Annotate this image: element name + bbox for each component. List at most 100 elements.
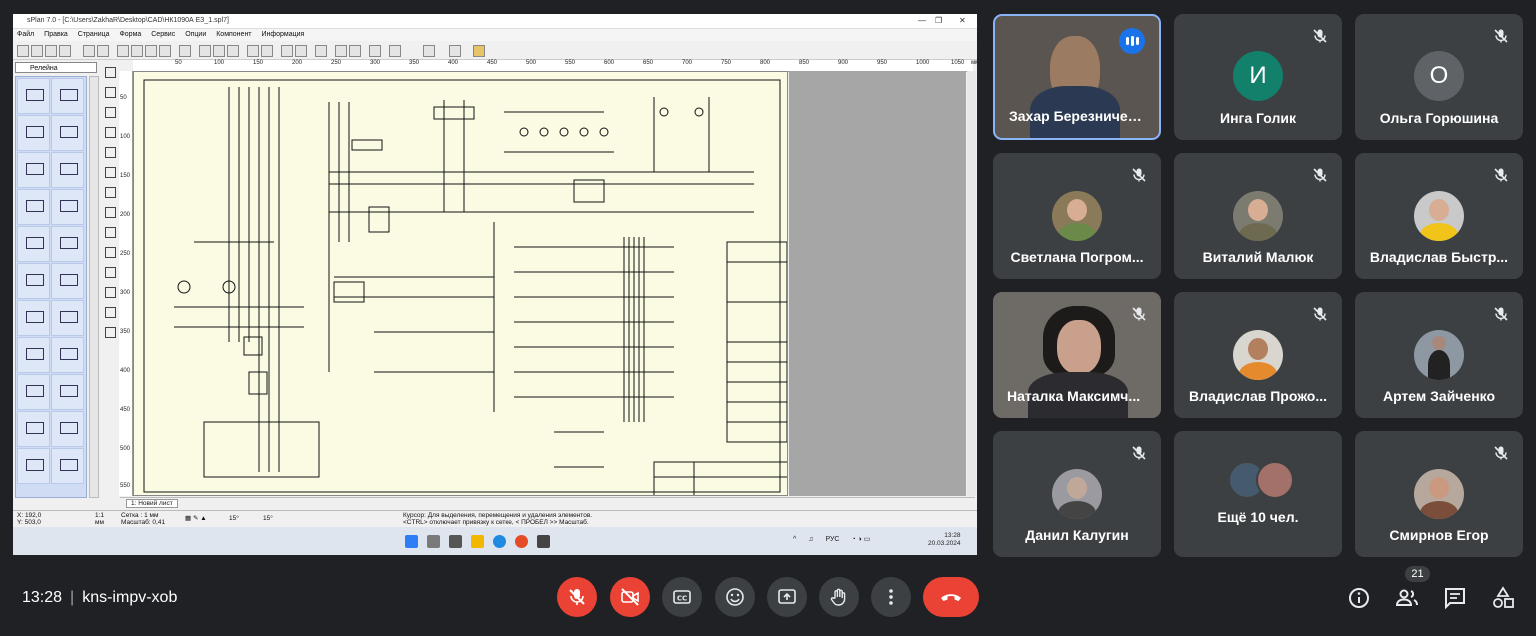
arc-tool-icon[interactable] bbox=[105, 167, 116, 178]
library-item[interactable] bbox=[17, 115, 50, 151]
widgets-icon[interactable] bbox=[427, 535, 440, 548]
captions-button[interactable]: CC bbox=[662, 577, 702, 617]
copy-icon[interactable] bbox=[131, 45, 143, 57]
snap-icon[interactable]: ▦ ✎ ▲ bbox=[185, 515, 207, 522]
front-icon[interactable] bbox=[281, 45, 293, 57]
library-item[interactable] bbox=[17, 226, 50, 262]
cut-icon[interactable] bbox=[117, 45, 129, 57]
participant-tile[interactable]: Ещё 10 чел. bbox=[1174, 431, 1342, 557]
library-item[interactable] bbox=[17, 374, 50, 410]
zoom-icon[interactable] bbox=[449, 45, 461, 57]
library-item[interactable] bbox=[17, 263, 50, 299]
new-file-icon[interactable] bbox=[17, 45, 29, 57]
library-item[interactable] bbox=[17, 78, 50, 114]
back-icon[interactable] bbox=[295, 45, 307, 57]
menu-service[interactable]: Сервис bbox=[151, 31, 175, 38]
ungroup-icon[interactable] bbox=[261, 45, 273, 57]
library-item[interactable] bbox=[51, 411, 84, 447]
library-item[interactable] bbox=[17, 300, 50, 336]
participant-tile[interactable]: Виталий Малюк bbox=[1174, 153, 1342, 279]
info-button[interactable] bbox=[1347, 586, 1371, 610]
library-item[interactable] bbox=[51, 448, 84, 484]
participant-tile[interactable]: И Инга Голик bbox=[1174, 14, 1342, 140]
library-item[interactable] bbox=[51, 263, 84, 299]
cursor-tool-icon[interactable] bbox=[105, 67, 116, 78]
participant-tile[interactable]: Смирнов Егор bbox=[1355, 431, 1523, 557]
delete-icon[interactable] bbox=[179, 45, 191, 57]
redo-icon[interactable] bbox=[97, 45, 109, 57]
meeting-code[interactable]: kns-impv-xob bbox=[82, 589, 177, 606]
snap-icon[interactable] bbox=[369, 45, 381, 57]
zoom-tool-icon[interactable] bbox=[105, 307, 116, 318]
menu-page[interactable]: Страница bbox=[78, 31, 110, 38]
library-item[interactable] bbox=[51, 78, 84, 114]
tray-language[interactable]: РУС bbox=[825, 536, 839, 543]
edge-icon[interactable] bbox=[493, 535, 506, 548]
library-item[interactable] bbox=[17, 337, 50, 373]
more-options-button[interactable] bbox=[871, 577, 911, 617]
participant-tile[interactable]: Захар Березничен... bbox=[993, 14, 1161, 140]
open-file-icon[interactable] bbox=[31, 45, 43, 57]
start-icon[interactable] bbox=[405, 535, 418, 548]
library-item[interactable] bbox=[51, 115, 84, 151]
participant-tile[interactable]: Владислав Быстр... bbox=[1355, 153, 1523, 279]
menu-info[interactable]: Информация bbox=[261, 31, 304, 38]
page-icon[interactable] bbox=[423, 45, 435, 57]
undo-icon[interactable] bbox=[83, 45, 95, 57]
library-item[interactable] bbox=[51, 374, 84, 410]
library-item[interactable] bbox=[51, 226, 84, 262]
library-item[interactable] bbox=[17, 448, 50, 484]
chevron-up-icon[interactable]: ^ bbox=[793, 536, 796, 543]
menu-component[interactable]: Компонент bbox=[216, 31, 251, 38]
vertical-scrollbar[interactable] bbox=[967, 71, 976, 496]
library-item[interactable] bbox=[51, 300, 84, 336]
duplicate-icon[interactable] bbox=[159, 45, 171, 57]
camera-toggle-button[interactable] bbox=[610, 577, 650, 617]
library-scrollbar[interactable] bbox=[89, 76, 99, 498]
participant-tile[interactable]: Владислав Прожо... bbox=[1174, 292, 1342, 418]
mirror-icon[interactable] bbox=[213, 45, 225, 57]
menu-options[interactable]: Опции bbox=[185, 31, 206, 38]
close-icon[interactable]: ✕ bbox=[959, 16, 966, 25]
paste-icon[interactable] bbox=[145, 45, 157, 57]
explorer-icon[interactable] bbox=[471, 535, 484, 548]
label-tool-icon[interactable] bbox=[105, 267, 116, 278]
taskview-icon[interactable] bbox=[449, 535, 462, 548]
maximize-icon[interactable]: ❐ bbox=[935, 16, 942, 25]
splan-taskbar-icon[interactable] bbox=[537, 535, 550, 548]
rect-tool-icon[interactable] bbox=[105, 87, 116, 98]
image-tool-icon[interactable] bbox=[105, 287, 116, 298]
circle-tool-icon[interactable] bbox=[105, 107, 116, 118]
library-item[interactable] bbox=[51, 152, 84, 188]
polygon-tool-icon[interactable] bbox=[105, 127, 116, 138]
library-icon[interactable] bbox=[473, 45, 485, 57]
participant-tile[interactable]: Артем Зайченко bbox=[1355, 292, 1523, 418]
properties-icon[interactable] bbox=[335, 45, 347, 57]
taskbar-clock[interactable]: 13:28 20.03.2024 bbox=[928, 532, 961, 548]
library-item[interactable] bbox=[17, 189, 50, 225]
menu-file[interactable]: Файл bbox=[17, 31, 34, 38]
bezier-tool-icon[interactable] bbox=[105, 187, 116, 198]
participant-tile[interactable]: Светлана Погром... bbox=[993, 153, 1161, 279]
library-item[interactable] bbox=[51, 337, 84, 373]
text-icon[interactable] bbox=[315, 45, 327, 57]
save-icon[interactable] bbox=[45, 45, 57, 57]
library-select[interactable]: Релейна bbox=[15, 62, 97, 73]
people-button[interactable] bbox=[1395, 586, 1419, 610]
menu-edit[interactable]: Правка bbox=[44, 31, 68, 38]
participant-tile[interactable]: О Ольга Горюшина bbox=[1355, 14, 1523, 140]
align-icon[interactable] bbox=[227, 45, 239, 57]
group-icon[interactable] bbox=[247, 45, 259, 57]
binoculars-icon[interactable] bbox=[389, 45, 401, 57]
text-tool-icon[interactable] bbox=[105, 247, 116, 258]
present-button[interactable] bbox=[767, 577, 807, 617]
participant-tile[interactable]: Наталка Максимч... bbox=[993, 292, 1161, 418]
chat-button[interactable] bbox=[1443, 586, 1467, 610]
junction-tool-icon[interactable] bbox=[105, 227, 116, 238]
wifi-icon[interactable]: ◔ ◑ ▭ bbox=[851, 536, 870, 543]
measure-tool-icon[interactable] bbox=[105, 327, 116, 338]
mic-toggle-button[interactable] bbox=[557, 577, 597, 617]
menu-shape[interactable]: Форма bbox=[119, 31, 141, 38]
emoji-button[interactable] bbox=[715, 577, 755, 617]
raise-hand-button[interactable] bbox=[819, 577, 859, 617]
